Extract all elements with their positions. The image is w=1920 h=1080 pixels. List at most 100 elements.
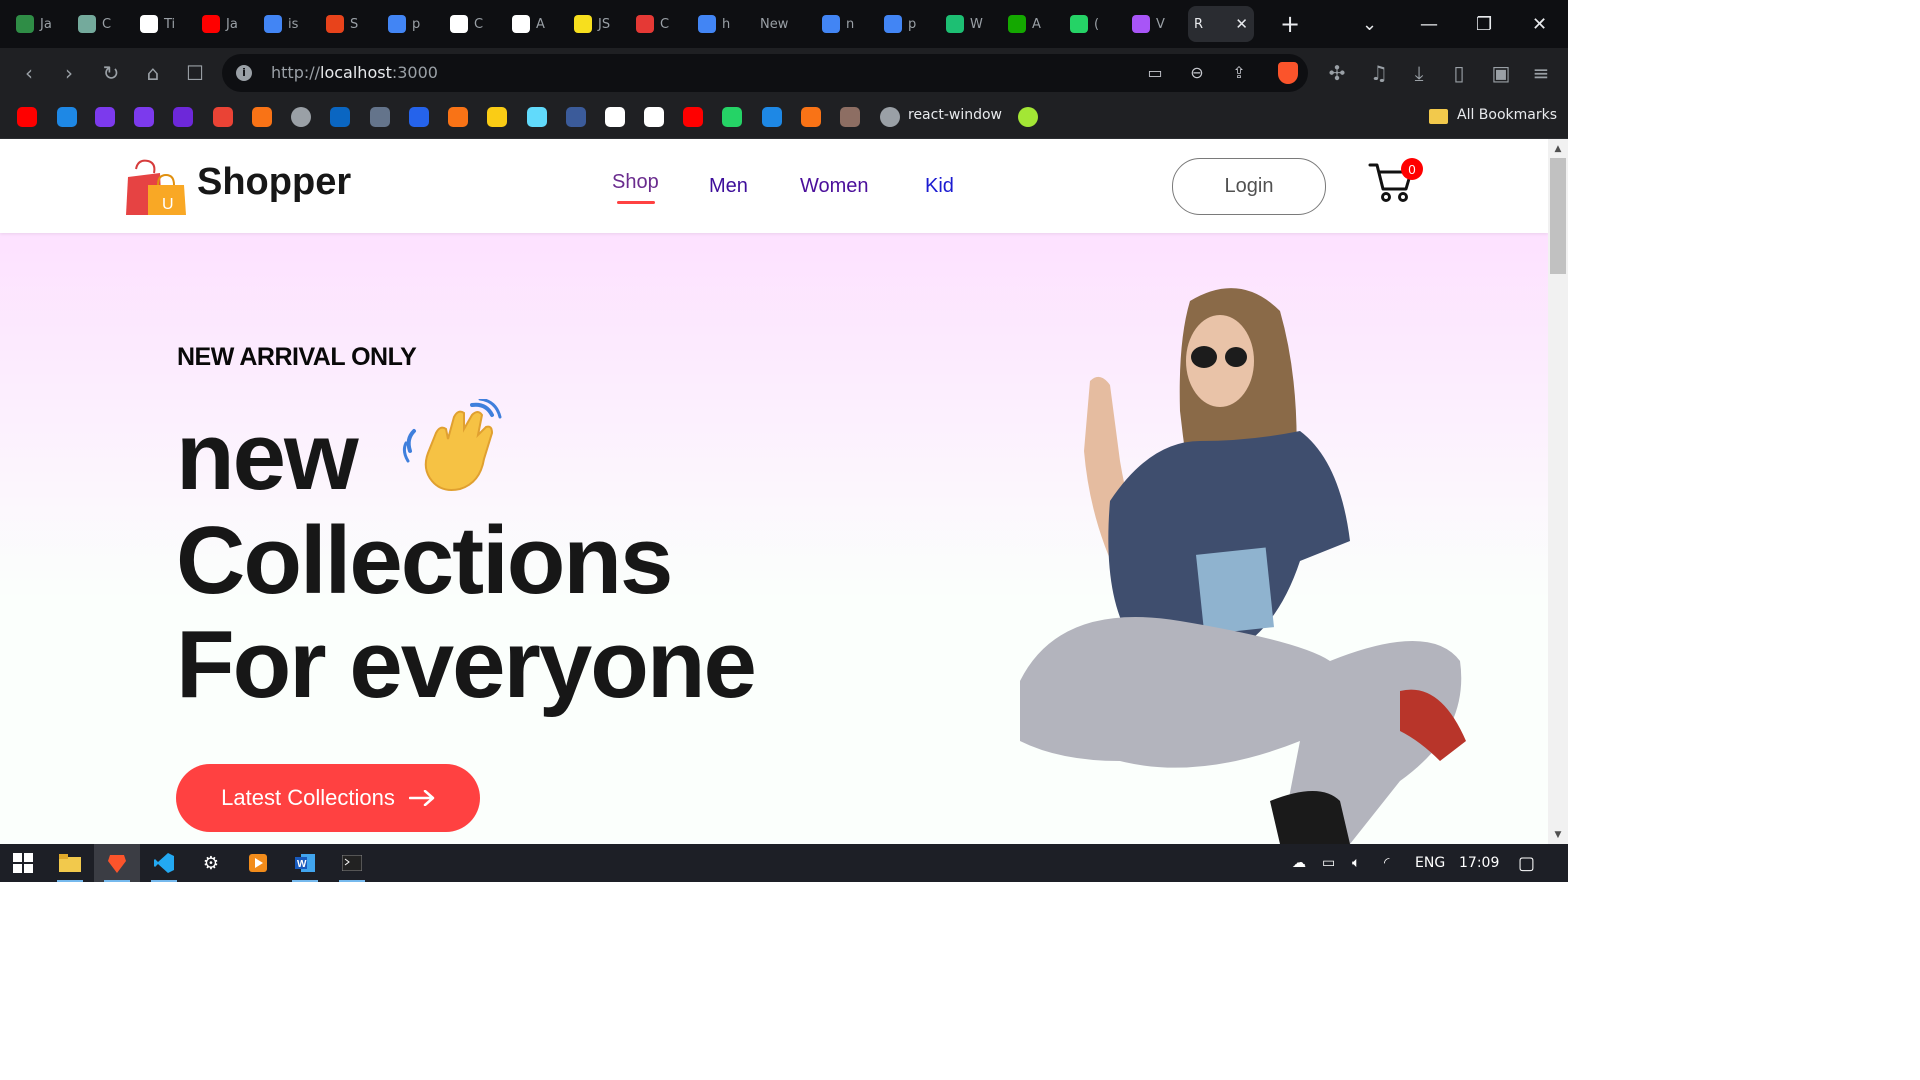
onedrive-icon[interactable] (57, 107, 77, 127)
linkedin-icon[interactable] (330, 107, 350, 127)
scroll-up-icon[interactable]: ▲ (1548, 140, 1568, 158)
extensions-icon[interactable]: ✣ (1322, 48, 1352, 98)
forward-icon[interactable]: › (54, 48, 84, 98)
browser-tab[interactable]: C (78, 6, 124, 42)
browser-tab[interactable]: is (264, 6, 310, 42)
box-icon[interactable] (409, 107, 429, 127)
play-icon[interactable] (762, 107, 782, 127)
bookmark-icon[interactable]: ☐ (180, 48, 210, 98)
bolt-icon[interactable] (173, 107, 193, 127)
settings-icon[interactable]: ⚙ (188, 844, 234, 882)
brave-icon[interactable] (94, 844, 140, 882)
browser-tab[interactable]: C (636, 6, 682, 42)
menu-icon[interactable]: ≡ (1526, 48, 1556, 98)
react-icon[interactable] (527, 107, 547, 127)
browser-tab[interactable]: Ja (16, 6, 62, 42)
browser-tab[interactable]: JS (574, 6, 620, 42)
globe-icon[interactable] (880, 107, 900, 127)
globe-icon[interactable] (291, 107, 311, 127)
browser-tab[interactable]: p (884, 6, 930, 42)
browser-tab[interactable]: W (946, 6, 992, 42)
media-player-icon[interactable] (235, 844, 281, 882)
restore-icon[interactable]: ❐ (1476, 0, 1492, 48)
cast-icon[interactable]: ▭ (1144, 63, 1166, 83)
browser-tab[interactable]: p (388, 6, 434, 42)
close-window-icon[interactable]: ✕ (1532, 0, 1547, 48)
calendar-icon[interactable] (370, 107, 390, 127)
u-icon[interactable] (95, 107, 115, 127)
tab-close-icon[interactable]: ✕ (1235, 15, 1248, 33)
minimize-icon[interactable]: — (1420, 0, 1438, 48)
avatar-icon[interactable] (840, 107, 860, 127)
new-tab-button[interactable]: + (1280, 10, 1300, 38)
browser-tab[interactable]: A (1008, 6, 1054, 42)
codepen-icon[interactable] (605, 107, 625, 127)
language-indicator[interactable]: ENG (1415, 844, 1445, 882)
tab-search-icon[interactable]: ⌄ (1362, 0, 1377, 48)
browser-tab[interactable]: New (760, 6, 806, 42)
shopping-bag-logo-icon[interactable]: U (126, 159, 186, 215)
terminal-icon[interactable] (329, 844, 375, 882)
browser-tab[interactable]: A (512, 6, 558, 42)
bookmark-react-window[interactable]: react-window (908, 107, 1002, 123)
site-info-icon[interactable]: i (236, 65, 252, 81)
latest-collections-button[interactable]: Latest Collections (176, 764, 480, 832)
all-bookmarks[interactable]: All Bookmarks (1457, 107, 1557, 123)
amazon-icon (512, 15, 530, 33)
wallet-icon[interactable]: ▣ (1486, 48, 1516, 98)
notifications-icon[interactable]: ▢ (1518, 844, 1535, 882)
browser-tab[interactable]: V (1132, 6, 1178, 42)
whatsapp-icon[interactable] (722, 107, 742, 127)
vscode-icon[interactable] (141, 844, 187, 882)
tennis-icon[interactable] (1018, 107, 1038, 127)
login-button[interactable]: Login (1172, 158, 1326, 215)
browser-tab[interactable]: ( (1070, 6, 1116, 42)
browser-tab[interactable]: C (450, 6, 496, 42)
share-icon[interactable]: ⇪ (1228, 63, 1250, 83)
nav-women[interactable]: Women (800, 175, 869, 198)
address-bar[interactable]: i http://localhost:3000 ▭ ⊖ ⇪ (222, 54, 1308, 92)
u-icon[interactable] (134, 107, 154, 127)
browser-tab[interactable]: Ja (202, 6, 248, 42)
home-icon[interactable]: ⌂ (138, 48, 168, 98)
url-text[interactable]: http://localhost:3000 (271, 63, 438, 82)
brand-name[interactable]: Shopper (197, 161, 351, 204)
volume-icon[interactable]: 🔈︎ (1352, 844, 1360, 882)
browser-tab-active[interactable]: R ✕ (1188, 6, 1254, 42)
clock[interactable]: 17:09 (1459, 844, 1499, 882)
brave-shields-icon[interactable] (1278, 62, 1298, 84)
sidebar-icon[interactable]: ▯ (1444, 48, 1474, 98)
word-icon[interactable]: W (282, 844, 328, 882)
download-icon[interactable]: ⤓ (1404, 48, 1434, 98)
music-icon[interactable]: ♫ (1364, 48, 1394, 98)
browser-tab[interactable]: Ti (140, 6, 186, 42)
github-icon[interactable] (644, 107, 664, 127)
browser-tab[interactable]: n (822, 6, 868, 42)
tab-title: W (970, 16, 983, 32)
bo-icon[interactable] (566, 107, 586, 127)
back-icon[interactable]: ‹ (14, 48, 44, 98)
reload-icon[interactable]: ↻ (96, 48, 126, 98)
scrollbar-thumb[interactable] (1550, 158, 1566, 274)
youtube-music-icon[interactable] (683, 107, 703, 127)
nav-shop[interactable]: Shop (612, 171, 659, 194)
battery-icon[interactable]: ▭ (1322, 844, 1335, 882)
gmail-icon[interactable] (213, 107, 233, 127)
bulb-icon[interactable] (487, 107, 507, 127)
browser-tab[interactable]: S (326, 6, 372, 42)
windows-start-icon[interactable] (0, 844, 46, 882)
arrow-icon[interactable] (448, 107, 468, 127)
nav-kid[interactable]: Kid (925, 175, 954, 198)
browser-tab[interactable]: h (698, 6, 744, 42)
file-explorer-icon[interactable] (47, 844, 93, 882)
f-icon[interactable] (801, 107, 821, 127)
youtube-icon[interactable] (17, 107, 37, 127)
wifi-icon[interactable]: ◜ (1384, 844, 1389, 882)
tab-title: Ja (226, 16, 238, 32)
nav-men[interactable]: Men (709, 175, 748, 198)
scroll-down-icon[interactable]: ▼ (1548, 826, 1568, 844)
onedrive-icon[interactable]: ☁ (1292, 844, 1306, 882)
basketball-icon[interactable] (252, 107, 272, 127)
tab-title: C (660, 16, 670, 32)
zoom-icon[interactable]: ⊖ (1186, 63, 1208, 83)
